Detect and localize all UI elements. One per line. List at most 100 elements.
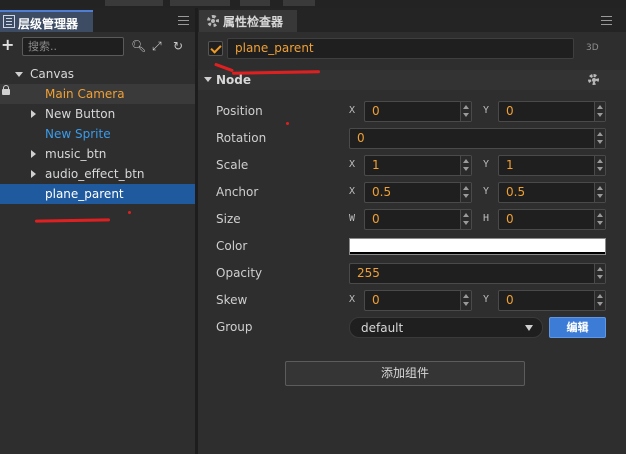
- tree-node-new-sprite[interactable]: New Sprite: [0, 124, 195, 144]
- search-icon[interactable]: 🔍︎: [131, 39, 146, 53]
- tree-node-label: Main Camera: [45, 87, 125, 101]
- tab-hierarchy-label: 层级管理器: [18, 17, 79, 31]
- stepper-icon[interactable]: [460, 102, 471, 121]
- annotation-underline: [34, 218, 111, 223]
- prop-label: Position: [216, 104, 263, 118]
- inspector-menu-icon[interactable]: [601, 16, 612, 25]
- collapse-arrow-icon[interactable]: [31, 150, 36, 158]
- stepper-icon[interactable]: [594, 129, 605, 148]
- prop-color: Color: [198, 234, 626, 258]
- section-title: Node: [216, 73, 252, 87]
- annotation-dot: [128, 211, 131, 214]
- position-y-input[interactable]: 0: [498, 101, 606, 122]
- axis-label: X: [349, 186, 356, 197]
- collapse-arrow-icon[interactable]: [31, 110, 36, 118]
- skew-x-input[interactable]: 0: [364, 290, 472, 311]
- anchor-y-input[interactable]: 0.5: [498, 182, 606, 203]
- tree-node-plane-parent[interactable]: plane_parent: [0, 184, 195, 204]
- toolbar-block: [283, 0, 315, 6]
- tree-node-new-button[interactable]: New Button: [0, 104, 195, 124]
- prop-skew: Skew X 0 Y 0: [198, 288, 626, 312]
- axis-label: H: [483, 213, 490, 224]
- expand-arrow-icon[interactable]: [15, 72, 23, 77]
- color-swatch[interactable]: [349, 238, 606, 255]
- field-value: 0: [372, 293, 380, 307]
- component-settings-icon[interactable]: [588, 74, 599, 85]
- collapse-arrow-icon[interactable]: [31, 170, 36, 178]
- rotation-input[interactable]: 0: [349, 128, 606, 149]
- axis-label: Y: [483, 105, 490, 116]
- collapse-icon[interactable]: ⤢: [152, 39, 162, 53]
- tree-node-label: New Button: [45, 107, 116, 121]
- stepper-icon[interactable]: [460, 210, 471, 229]
- stepper-icon[interactable]: [460, 156, 471, 175]
- hierarchy-toolbar: + 🔍︎ ⤢ ↻: [0, 35, 195, 59]
- stepper-icon[interactable]: [594, 183, 605, 202]
- group-select-value: default: [361, 321, 404, 335]
- stepper-icon[interactable]: [594, 291, 605, 310]
- tree-node-label: Canvas: [30, 67, 75, 81]
- axis-label: X: [349, 294, 356, 305]
- prop-size: Size W 0 H 0: [198, 207, 626, 231]
- axis-label: Y: [483, 186, 490, 197]
- add-component-button[interactable]: 添加组件: [285, 361, 525, 386]
- tab-inspector[interactable]: 属性检查器: [199, 10, 297, 32]
- edit-group-button[interactable]: 编辑: [549, 317, 606, 338]
- stepper-icon[interactable]: [594, 156, 605, 175]
- tab-inspector-label: 属性检查器: [223, 15, 284, 29]
- prop-label: Opacity: [216, 266, 263, 280]
- tree-node-music-btn[interactable]: music_btn: [0, 144, 195, 164]
- field-value: 0: [506, 104, 514, 118]
- tree-node-audio-effect-btn[interactable]: audio_effect_btn: [0, 164, 195, 184]
- refresh-icon[interactable]: ↻: [173, 39, 183, 53]
- hierarchy-search-input[interactable]: [22, 37, 124, 56]
- stepper-icon[interactable]: [594, 264, 605, 283]
- scale-x-input[interactable]: 1: [364, 155, 472, 176]
- top-toolbar-strip: [0, 0, 626, 8]
- prop-label: Skew: [216, 293, 248, 307]
- node-name-field[interactable]: plane_parent: [227, 38, 574, 59]
- prop-anchor: Anchor X 0.5 Y 0.5: [198, 180, 626, 204]
- axis-label: Y: [483, 294, 490, 305]
- skew-y-input[interactable]: 0: [498, 290, 606, 311]
- toolbar-block: [170, 0, 230, 6]
- toolbar-block: [240, 0, 270, 6]
- size-width-input[interactable]: 0: [364, 209, 472, 230]
- toolbar-block: [105, 0, 163, 6]
- node-active-checkbox[interactable]: [208, 41, 223, 56]
- tree-node-main-camera[interactable]: Main Camera: [0, 84, 195, 104]
- axis-label: X: [349, 105, 356, 116]
- position-x-input[interactable]: 0: [364, 101, 472, 122]
- hierarchy-tab-bar: 层级管理器: [0, 8, 195, 32]
- tree-node-label: plane_parent: [45, 187, 124, 201]
- prop-label: Size: [216, 212, 241, 226]
- stepper-icon[interactable]: [460, 291, 471, 310]
- add-node-icon[interactable]: +: [1, 37, 14, 53]
- field-value: 0.5: [506, 185, 526, 199]
- gear-icon: [207, 15, 219, 27]
- group-select[interactable]: default: [349, 317, 543, 338]
- hierarchy-menu-icon[interactable]: [178, 16, 189, 25]
- prop-group: Group default 编辑: [198, 315, 626, 339]
- axis-label: Y: [483, 159, 490, 170]
- stepper-icon[interactable]: [594, 210, 605, 229]
- scale-y-input[interactable]: 1: [498, 155, 606, 176]
- stepper-icon[interactable]: [594, 102, 605, 121]
- mode-3d-toggle[interactable]: 3D: [586, 43, 599, 53]
- prop-label: Anchor: [216, 185, 259, 199]
- field-value: 0: [357, 131, 365, 145]
- field-value: 0: [506, 212, 514, 226]
- anchor-x-input[interactable]: 0.5: [364, 182, 472, 203]
- size-height-input[interactable]: 0: [498, 209, 606, 230]
- tree-node-label: music_btn: [45, 147, 107, 161]
- opacity-input[interactable]: 255: [349, 263, 606, 284]
- tree-node-label: New Sprite: [45, 127, 111, 141]
- field-value: 0: [506, 293, 514, 307]
- section-collapse-icon[interactable]: [204, 77, 212, 82]
- tab-hierarchy[interactable]: 层级管理器: [0, 10, 93, 32]
- lock-icon[interactable]: [2, 85, 10, 95]
- tree-node-canvas[interactable]: Canvas: [0, 64, 195, 84]
- prop-opacity: Opacity 255: [198, 261, 626, 285]
- tree-node-label: audio_effect_btn: [45, 167, 145, 181]
- stepper-icon[interactable]: [460, 183, 471, 202]
